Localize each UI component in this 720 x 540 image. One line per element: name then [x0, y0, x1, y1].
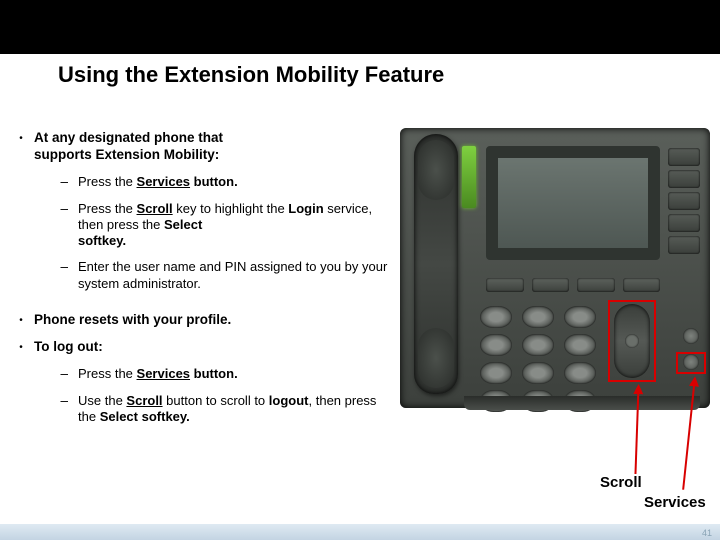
- phone-light-strip-icon: [462, 146, 476, 208]
- text: softkey.: [138, 409, 190, 424]
- text-services: Services: [137, 174, 191, 189]
- phone-handset-icon: [414, 134, 458, 394]
- dash-icon: –: [34, 201, 78, 250]
- text: key to highlight the: [173, 201, 289, 216]
- bullet-2-text: Phone resets with your profile.: [34, 312, 396, 329]
- keypad-key-icon: [564, 306, 596, 328]
- softkey-icon: [623, 278, 661, 292]
- label-scroll: Scroll: [600, 474, 642, 491]
- bullet-3-sub-2: – Use the Scroll button to scroll to log…: [34, 393, 396, 426]
- text: Enter the user name and PIN assigned to …: [78, 259, 396, 292]
- bullet-2: • Phone resets with your profile.: [8, 312, 396, 329]
- page-number: 41: [702, 528, 712, 538]
- softkey-icon: [486, 278, 524, 292]
- phone-softkeys: [486, 278, 660, 292]
- text: Press the: [78, 366, 137, 381]
- bullet-dot-icon: •: [8, 130, 34, 302]
- label-services: Services: [644, 494, 706, 511]
- text-services: Services: [137, 366, 191, 381]
- softkey-icon: [532, 278, 570, 292]
- keypad-key-icon: [522, 334, 554, 356]
- phone-illustration: [400, 128, 710, 408]
- text-scroll: Scroll: [137, 201, 173, 216]
- slide-title: Using the Extension Mobility Feature: [58, 62, 444, 88]
- phone-screen-icon: [486, 146, 660, 260]
- text: button.: [190, 366, 238, 381]
- text-scroll: Scroll: [126, 393, 162, 408]
- text-logout: logout: [269, 393, 309, 408]
- bullet-1-line-1: At any designated phone that: [34, 130, 396, 147]
- bullet-1-line-2: supports Extension Mobility:: [34, 147, 396, 164]
- content-area: • At any designated phone that supports …: [8, 130, 396, 445]
- keypad-key-icon: [564, 362, 596, 384]
- line-button-icon: [668, 192, 700, 210]
- bullet-1-sub-3: – Enter the user name and PIN assigned t…: [34, 259, 396, 292]
- text: softkey.: [78, 233, 126, 248]
- keypad-key-icon: [480, 306, 512, 328]
- bullet-3-lead: To log out:: [34, 339, 396, 356]
- text-select: Select: [100, 409, 138, 424]
- bullet-3: • To log out: – Press the Services butto…: [8, 339, 396, 435]
- text: button.: [190, 174, 238, 189]
- text: Press the: [78, 174, 137, 189]
- slide: Using the Extension Mobility Feature • A…: [0, 0, 720, 540]
- text: button to scroll to: [163, 393, 269, 408]
- highlight-services-icon: [676, 352, 706, 374]
- feature-button-icon: [683, 328, 699, 344]
- line-button-icon: [668, 170, 700, 188]
- bullet-3-sub-1: – Press the Services button.: [34, 366, 396, 383]
- dash-icon: –: [34, 259, 78, 292]
- keypad-key-icon: [480, 362, 512, 384]
- bullet-dot-icon: •: [8, 312, 34, 329]
- text: Press the: [78, 201, 137, 216]
- dash-icon: –: [34, 366, 78, 383]
- bullet-1-sub-1: – Press the Services button.: [34, 174, 396, 191]
- dash-icon: –: [34, 393, 78, 426]
- line-button-icon: [668, 236, 700, 254]
- highlight-scroll-icon: [608, 300, 656, 382]
- line-button-icon: [668, 214, 700, 232]
- text-login: Login: [288, 201, 323, 216]
- title-corner: [550, 0, 720, 54]
- footer-bar: 41: [0, 524, 720, 540]
- keypad-key-icon: [564, 334, 596, 356]
- softkey-icon: [577, 278, 615, 292]
- dash-icon: –: [34, 174, 78, 191]
- keypad-key-icon: [480, 334, 512, 356]
- bullet-dot-icon: •: [8, 339, 34, 435]
- bullet-1: • At any designated phone that supports …: [8, 130, 396, 302]
- phone-footstand-icon: [464, 396, 700, 410]
- bullet-1-sub-2: – Press the Scroll key to highlight the …: [34, 201, 396, 250]
- keypad-key-icon: [522, 306, 554, 328]
- line-button-icon: [668, 148, 700, 166]
- phone-line-buttons: [668, 148, 702, 258]
- text-select: Select: [164, 217, 202, 232]
- keypad-key-icon: [522, 362, 554, 384]
- text: Use the: [78, 393, 126, 408]
